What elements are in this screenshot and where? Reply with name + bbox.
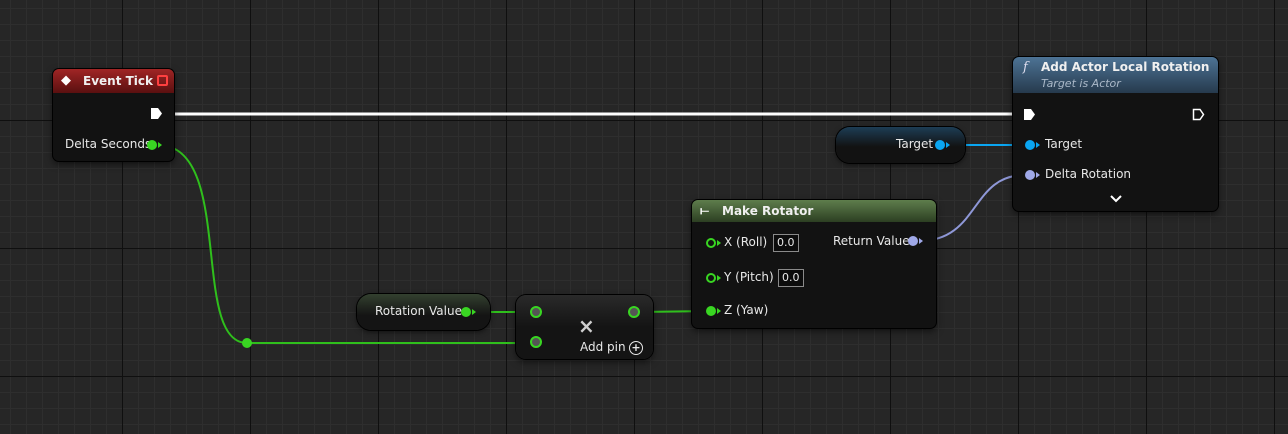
delta-seconds-pin[interactable] bbox=[147, 140, 157, 150]
event-tick-title: Event Tick bbox=[83, 74, 154, 88]
target-in-label: Target bbox=[1045, 137, 1083, 151]
target-in-pin-arrow bbox=[1036, 142, 1040, 148]
add-rotation-subtitle: Target is Actor bbox=[1041, 77, 1121, 90]
event-tick-exec-out-pin[interactable] bbox=[150, 107, 163, 120]
add-pin-plus-icon[interactable]: + bbox=[629, 341, 643, 355]
y-pitch-pin[interactable] bbox=[706, 273, 716, 283]
target-in-pin[interactable] bbox=[1025, 140, 1035, 150]
z-yaw-pin[interactable] bbox=[706, 306, 716, 316]
delta-rotation-label: Delta Rotation bbox=[1045, 167, 1132, 181]
delta-rotation-in-pin-arrow bbox=[1036, 172, 1040, 178]
make-rotator-node[interactable]: ⟝ Make Rotator X (Roll) 0.0 Y (Pitch) 0.… bbox=[692, 200, 936, 328]
expand-chevron-icon[interactable] bbox=[1110, 195, 1122, 203]
return-value-pin-arrow bbox=[919, 238, 923, 244]
return-value-label: Return Value bbox=[833, 234, 910, 248]
add-pin-label[interactable]: Add pin bbox=[580, 340, 626, 354]
y-pitch-pin-arrow bbox=[717, 275, 721, 281]
delta-seconds-pin-arrow bbox=[158, 142, 162, 148]
add-rotation-exec-in-pin[interactable] bbox=[1023, 108, 1036, 121]
make-rotator-title: Make Rotator bbox=[722, 204, 814, 218]
x-roll-label: X (Roll) bbox=[724, 235, 768, 249]
multiply-input-b-pin[interactable] bbox=[530, 336, 542, 348]
event-diamond-icon: ◆ bbox=[61, 73, 71, 88]
rotation-value-variable-node[interactable]: Rotation Value bbox=[357, 294, 490, 330]
event-tick-header[interactable]: ◆ Event Tick bbox=[53, 69, 174, 93]
multiply-node[interactable]: × Add pin + bbox=[516, 295, 653, 359]
add-actor-local-rotation-node[interactable]: f Add Actor Local Rotation Target is Act… bbox=[1013, 57, 1218, 211]
delta-seconds-wire[interactable] bbox=[157, 144, 248, 344]
delegate-pin-icon[interactable] bbox=[157, 75, 168, 86]
x-roll-pin[interactable] bbox=[706, 238, 716, 248]
target-variable-label: Target bbox=[896, 137, 934, 151]
reroute-knot[interactable] bbox=[242, 338, 252, 348]
y-pitch-input[interactable]: 0.0 bbox=[778, 269, 804, 287]
add-rotation-title: Add Actor Local Rotation bbox=[1041, 60, 1210, 74]
event-tick-node[interactable]: ◆ Event Tick Delta Seconds bbox=[53, 69, 174, 161]
z-yaw-label: Z (Yaw) bbox=[724, 303, 769, 317]
target-variable-node[interactable]: Target bbox=[836, 127, 965, 163]
delta-rotation-in-pin[interactable] bbox=[1025, 170, 1035, 180]
multiply-input-a-pin[interactable] bbox=[530, 306, 542, 318]
rotation-value-out-pin[interactable] bbox=[461, 307, 471, 317]
function-icon: f bbox=[1023, 60, 1028, 75]
rotation-value-out-pin-arrow bbox=[472, 309, 476, 315]
z-yaw-pin-arrow bbox=[717, 308, 721, 314]
target-variable-out-pin[interactable] bbox=[935, 140, 945, 150]
target-variable-out-pin-arrow bbox=[946, 142, 950, 148]
x-roll-input[interactable]: 0.0 bbox=[773, 234, 799, 252]
x-roll-pin-arrow bbox=[717, 240, 721, 246]
return-value-pin[interactable] bbox=[908, 236, 918, 246]
make-struct-icon: ⟝ bbox=[700, 204, 710, 217]
delta-seconds-label: Delta Seconds bbox=[65, 137, 152, 151]
multiply-output-pin[interactable] bbox=[628, 306, 640, 318]
y-pitch-label: Y (Pitch) bbox=[724, 270, 774, 284]
rotation-value-label: Rotation Value bbox=[375, 304, 462, 318]
make-rotator-header[interactable]: ⟝ Make Rotator bbox=[692, 200, 936, 222]
add-rotation-header[interactable]: f Add Actor Local Rotation Target is Act… bbox=[1013, 57, 1218, 93]
add-rotation-exec-out-pin[interactable] bbox=[1192, 108, 1205, 121]
multiply-symbol: × bbox=[578, 314, 595, 338]
